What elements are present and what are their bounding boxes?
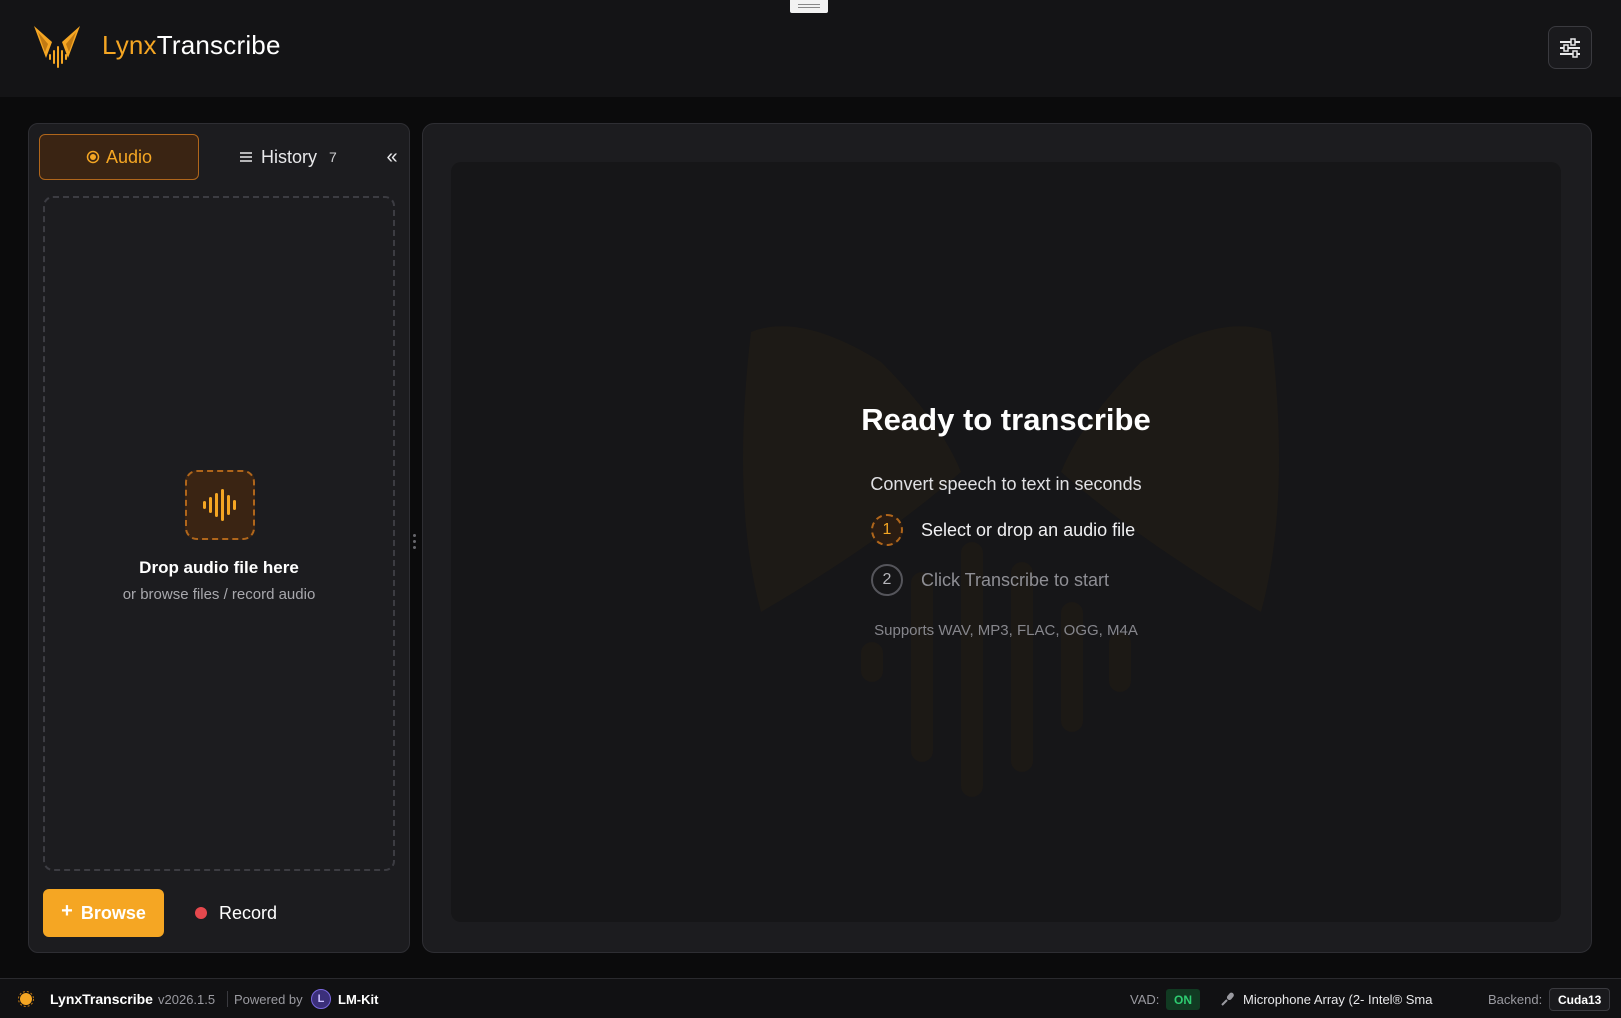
settings-button[interactable] [1548,26,1592,69]
step-2-text: Click Transcribe to start [921,569,1110,590]
record-dot-icon [195,907,207,919]
tab-audio-label: Audio [105,146,153,167]
radio-dot-icon [86,150,100,164]
record-button[interactable]: Record [195,889,305,937]
lynx-watermark-icon [743,326,1279,797]
waveform-icon [185,470,255,540]
tab-audio[interactable]: Audio [39,134,199,180]
window-drag-handle[interactable] [790,0,828,13]
status-version: v2026.1.5 [158,991,216,1007]
supported-formats: Supports WAV, MP3, FLAC, OGG, M4A [874,622,1138,639]
lmkit-logo-icon: L [311,989,331,1009]
transcript-panel: Ready to transcribe Convert speech to te… [422,123,1592,953]
tab-history[interactable]: History 7 [239,134,369,180]
empty-state: Ready to transcribe Convert speech to te… [451,162,1561,922]
status-powered-by: Powered by [234,991,303,1007]
status-app-name: LynxTranscribe [50,991,153,1007]
dropzone-title: Drop audio file here [139,558,299,577]
panel-resize-handle[interactable] [413,531,419,557]
step-1: 1 Select or drop an audio file [871,514,1135,546]
status-vad-label: VAD: [1130,991,1160,1007]
collapse-panel-button[interactable]: « [381,144,403,170]
brand-lynx: Lynx [102,30,157,60]
sliders-icon [1560,37,1580,58]
empty-state-title: Ready to transcribe [861,402,1151,437]
tab-history-label: History [261,146,318,167]
empty-state-subtitle: Convert speech to text in seconds [870,474,1142,494]
input-panel: Audio History 7 « Drop audio file here o… [28,123,410,953]
dropzone-subtitle: or browse files / record audio [122,586,316,603]
top-bar: LynxTranscribe [0,0,1621,97]
status-microphone-device[interactable]: Microphone Array (2- Intel® Sma [1243,979,1432,1018]
status-divider [227,991,228,1007]
microphone-icon [1221,992,1234,1006]
audio-dropzone[interactable]: Drop audio file here or browse files / r… [43,196,395,871]
record-label: Record [219,902,278,923]
app-brand-title: LynxTranscribe [102,30,281,61]
vad-status-badge[interactable]: ON [1166,989,1200,1010]
step-1-number: 1 [871,514,903,546]
list-icon [240,152,252,162]
brand-transcribe: Transcribe [156,30,281,60]
status-logo-icon [18,991,34,1007]
status-lmkit-link[interactable]: LM-Kit [338,979,378,1018]
browse-label: Browse [80,902,146,923]
status-backend-label: Backend: [1488,991,1543,1007]
history-count-badge: 7 [329,149,337,165]
backend-badge[interactable]: Cuda13 [1549,988,1611,1011]
step-2: 2 Click Transcribe to start [871,564,1109,596]
status-bar: LynxTranscribe v2026.1.5 Powered by L LM… [0,978,1621,1018]
browse-button[interactable]: + Browse [43,889,164,937]
lynx-logo-icon [34,26,80,68]
step-2-number: 2 [871,564,903,596]
step-1-text: Select or drop an audio file [921,519,1136,540]
plus-icon: + [61,900,73,922]
